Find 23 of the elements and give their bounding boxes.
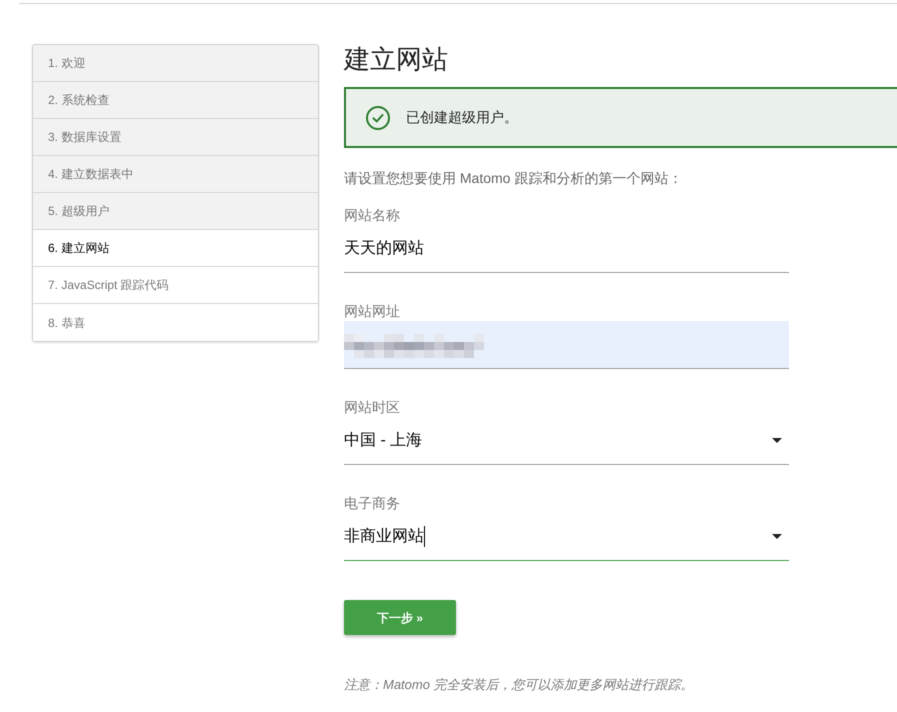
text-cursor-icon xyxy=(424,526,425,547)
step-item: 3. 数据库设置 xyxy=(33,119,318,156)
step-item: 5. 超级用户 xyxy=(33,193,318,230)
step-item: 6. 建立网站 xyxy=(33,230,318,267)
field-label: 网站网址 xyxy=(344,302,401,321)
select-field[interactable]: 非商业网站 xyxy=(344,513,789,561)
select-field[interactable]: 中国 - 上海 xyxy=(344,417,789,465)
field-label: 电子商务 xyxy=(344,494,401,513)
notification-message: 已创建超级用户。 xyxy=(406,108,518,127)
dropdown-caret-icon xyxy=(772,534,782,539)
step-item: 1. 欢迎 xyxy=(33,45,318,82)
field-label: 网站名称 xyxy=(344,206,401,225)
step-item: 4. 建立数据表中 xyxy=(33,156,318,193)
step-item: 2. 系统检查 xyxy=(33,82,318,119)
dropdown-caret-icon xyxy=(772,438,782,443)
page-title: 建立网站 xyxy=(344,44,448,74)
field-label: 网站时区 xyxy=(344,398,401,417)
check-circle-icon xyxy=(366,106,390,130)
intro-text: 请设置您想要使用 Matomo 跟踪和分析的第一个网站： xyxy=(344,169,682,188)
input-field[interactable]: 天天的网站 xyxy=(344,225,789,273)
step-item: 8. 恭喜 xyxy=(33,304,318,341)
note-text: 注意：Matomo 完全安装后，您可以添加更多网站进行跟踪。 xyxy=(344,676,694,694)
step-item: 7. JavaScript 跟踪代码 xyxy=(33,267,318,304)
